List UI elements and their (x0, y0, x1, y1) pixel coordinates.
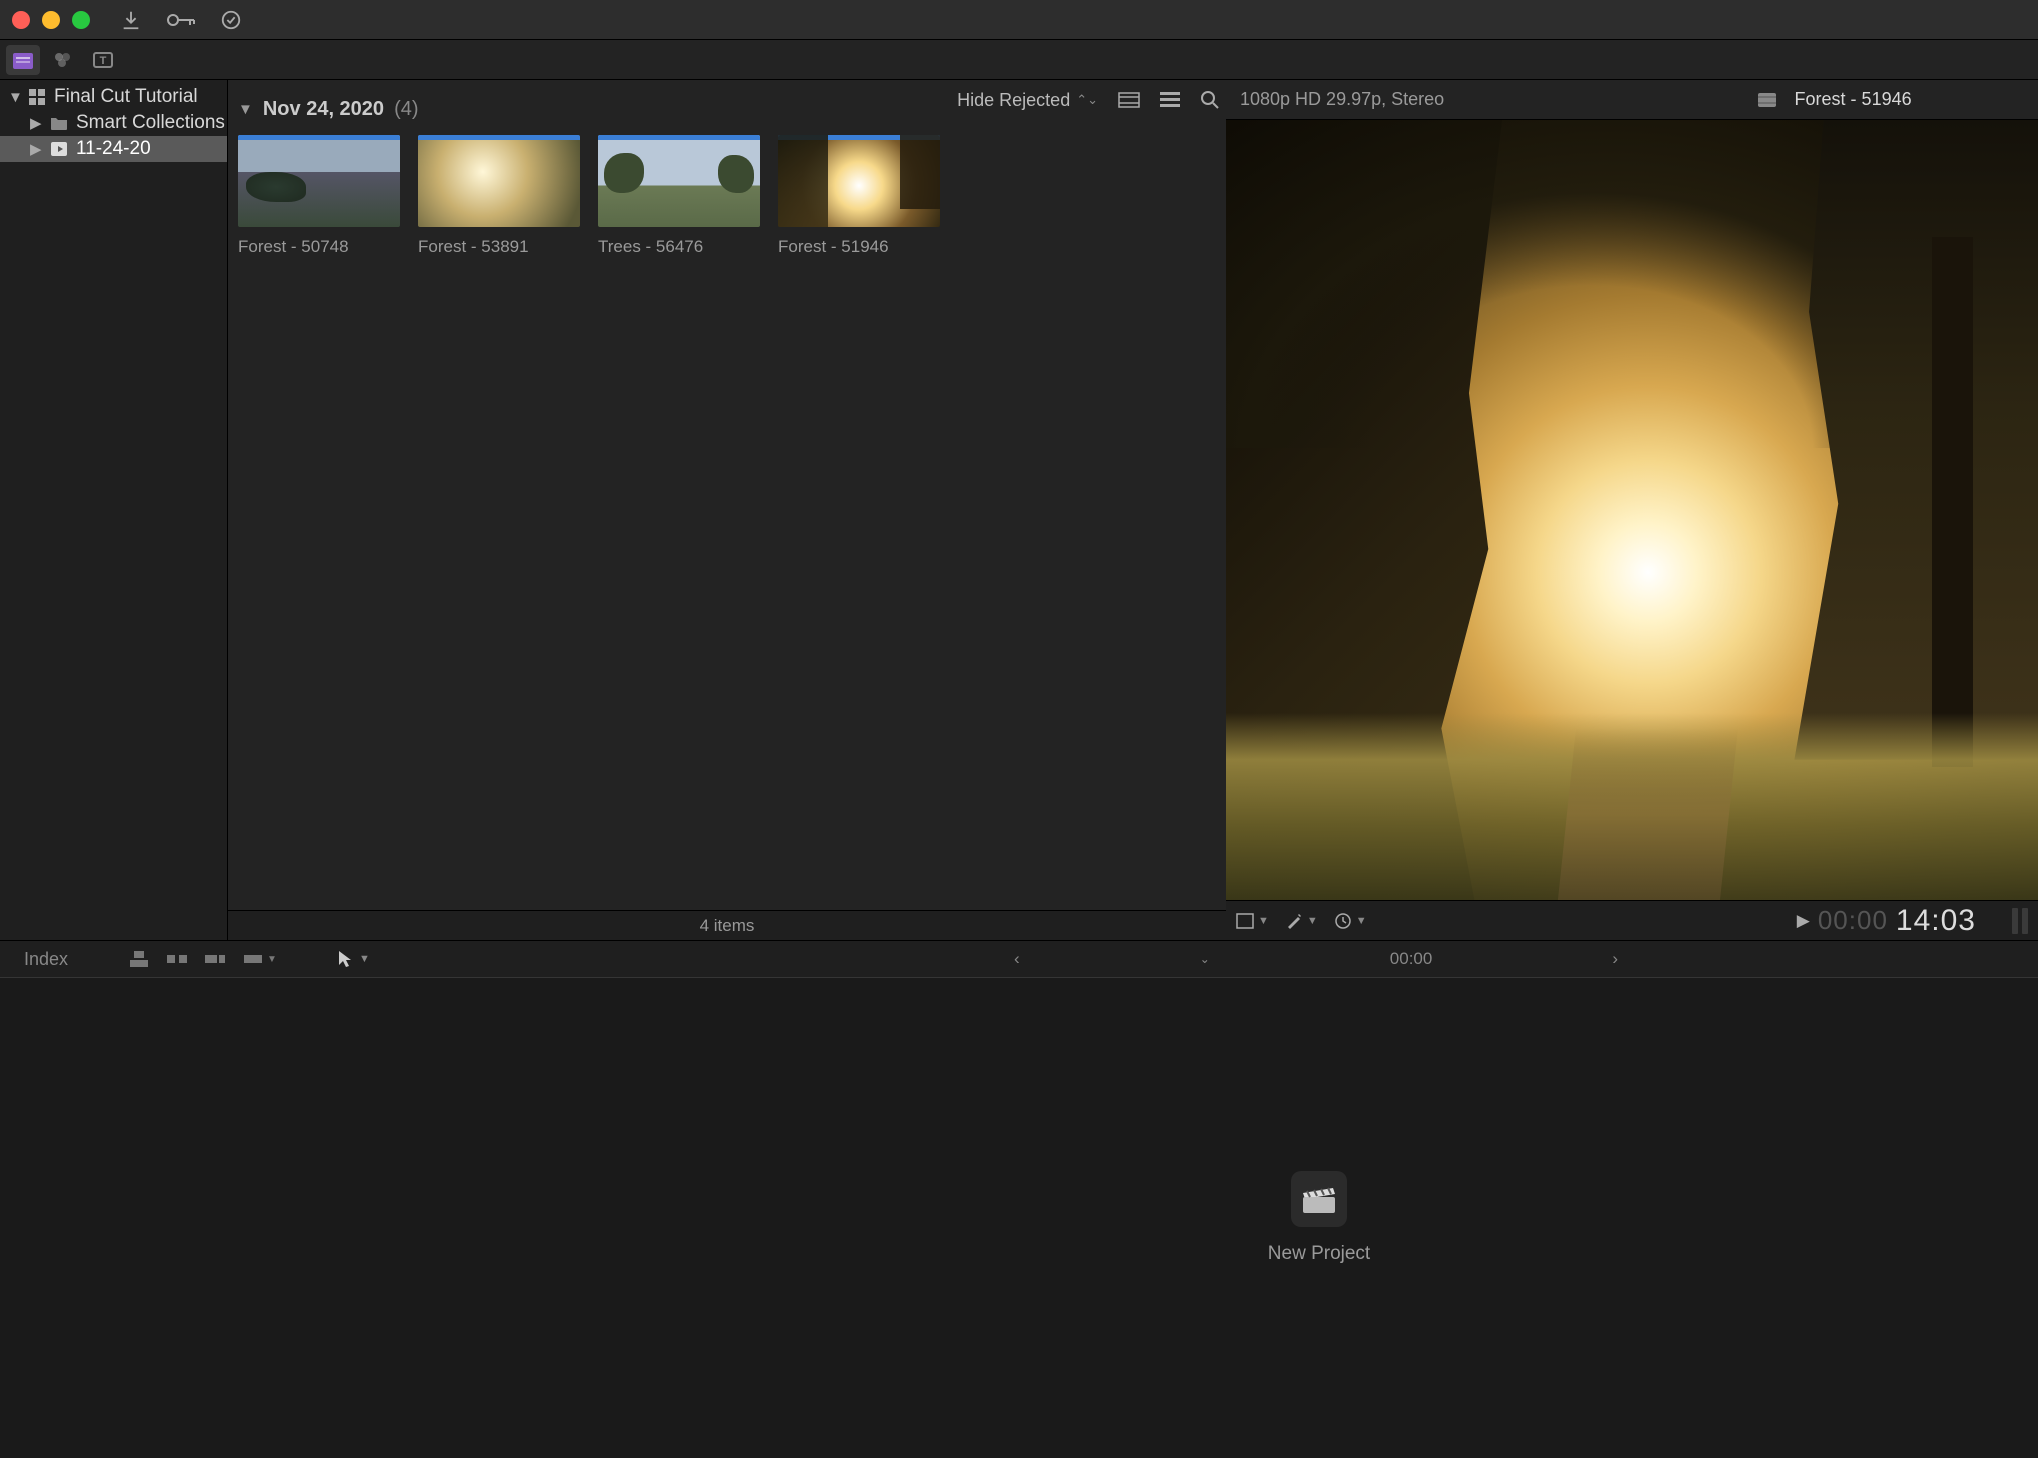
overwrite-clip-button[interactable]: ▼ (242, 949, 277, 969)
keyword-button[interactable] (166, 11, 196, 29)
library-sidebar: ▼ Final Cut Tutorial ▶ Smart Collections… (0, 80, 228, 940)
group-count-label: (4) (394, 98, 418, 121)
enhance-button[interactable]: ▼ (1285, 912, 1318, 930)
timeline-toolbar: Index ▼ ▼ ‹ ⌄ 00:00 › (0, 940, 2038, 978)
import-button[interactable] (120, 9, 142, 31)
clip-browser: Hide Rejected ⌃⌄ ▼ Nov 24, 2020 (4) (228, 80, 1226, 940)
disclosure-triangle-icon[interactable]: ▼ (8, 89, 20, 106)
sidebar-smart-collections[interactable]: ▶ Smart Collections (0, 110, 227, 136)
select-tool-button[interactable]: ▼ (337, 949, 370, 969)
timeline-area[interactable]: New Project (0, 978, 2038, 1458)
insert-clip-button[interactable] (166, 949, 188, 969)
view-options-button[interactable]: ▼ (1236, 913, 1269, 929)
sidebar-library[interactable]: ▼ Final Cut Tutorial (0, 84, 227, 110)
timeline-history-dropdown[interactable]: ⌄ (1200, 952, 1210, 966)
new-project-label: New Project (1268, 1243, 1370, 1265)
window-titlebar (0, 0, 2038, 40)
sidebar-event[interactable]: ▶ 11-24-20 (0, 136, 227, 162)
hide-rejected-dropdown[interactable]: Hide Rejected ⌃⌄ (957, 90, 1098, 111)
library-tabbar: T (0, 40, 2038, 80)
clip-item[interactable]: Forest - 51946 (778, 135, 940, 257)
clapperboard-icon (1291, 1171, 1347, 1227)
smart-collections-label: Smart Collections (76, 112, 225, 134)
browser-item-count: 4 items (228, 910, 1226, 940)
titles-tab[interactable]: T (86, 45, 120, 75)
clip-label: Trees - 56476 (598, 237, 760, 257)
clip-label: Forest - 50748 (238, 237, 400, 257)
clip-icon (1757, 92, 1777, 108)
preview-image (1226, 120, 2038, 900)
audio-meter (2012, 908, 2028, 934)
new-project-button[interactable]: New Project (1268, 1171, 1370, 1265)
event-icon (50, 141, 68, 157)
clip-item[interactable]: Trees - 56476 (598, 135, 760, 257)
play-icon[interactable]: ▶ (1797, 911, 1810, 931)
library-name-label: Final Cut Tutorial (54, 86, 198, 108)
browser-toolbar: Hide Rejected ⌃⌄ (957, 80, 1220, 120)
window-traffic-lights (12, 11, 90, 29)
clip-grid: Forest - 50748 Forest - 53891 Trees - 56… (228, 131, 1226, 261)
retime-button[interactable]: ▼ (1334, 912, 1367, 930)
search-button[interactable] (1200, 90, 1220, 110)
svg-text:T: T (100, 55, 107, 67)
viewer-format-label: 1080p HD 29.97p, Stereo (1240, 89, 1444, 110)
photos-tab[interactable] (46, 45, 80, 75)
timeline-zoom-time: 00:00 (1390, 949, 1433, 969)
append-clip-button[interactable] (204, 949, 226, 969)
timecode-value: 14:03 (1896, 904, 1976, 938)
timeline-index-button[interactable]: Index (24, 949, 68, 970)
library-icon (28, 88, 46, 106)
connect-clip-button[interactable] (128, 949, 150, 969)
library-tab[interactable] (6, 45, 40, 75)
disclosure-triangle-icon[interactable]: ▼ (238, 101, 253, 118)
viewer-canvas[interactable] (1226, 120, 2038, 900)
timecode-prefix: 00:00 (1818, 905, 1888, 936)
clip-item[interactable]: Forest - 50748 (238, 135, 400, 257)
group-date-label: Nov 24, 2020 (263, 98, 384, 121)
main-content: ▼ Final Cut Tutorial ▶ Smart Collections… (0, 80, 2038, 940)
timeline-nav-next[interactable]: › (1612, 949, 1618, 969)
viewer-header: 1080p HD 29.97p, Stereo Forest - 51946 (1226, 80, 2038, 120)
minimize-window-button[interactable] (42, 11, 60, 29)
clip-item[interactable]: Forest - 53891 (418, 135, 580, 257)
disclosure-triangle-icon[interactable]: ▶ (30, 140, 42, 158)
folder-icon (50, 115, 68, 131)
timeline-nav-prev[interactable]: ‹ (1014, 949, 1020, 969)
clip-label: Forest - 51946 (778, 237, 940, 257)
hide-rejected-label: Hide Rejected (957, 90, 1070, 111)
clip-label: Forest - 53891 (418, 237, 580, 257)
list-view-button[interactable] (1160, 91, 1180, 109)
background-tasks-button[interactable] (220, 9, 242, 31)
viewer-clip-title: Forest - 51946 (1795, 89, 1912, 110)
viewer-panel: 1080p HD 29.97p, Stereo Forest - 51946 ▼ (1226, 80, 2038, 940)
disclosure-triangle-icon[interactable]: ▶ (30, 114, 42, 132)
viewer-timecode: ▶ 00:00 14:03 (1797, 904, 2028, 938)
close-window-button[interactable] (12, 11, 30, 29)
event-name-label: 11-24-20 (76, 138, 151, 160)
maximize-window-button[interactable] (72, 11, 90, 29)
filmstrip-view-button[interactable] (1118, 91, 1140, 109)
updown-icon: ⌃⌄ (1076, 92, 1098, 108)
viewer-controls: ▼ ▼ ▼ ▶ 00:00 14:03 (1226, 900, 2038, 940)
